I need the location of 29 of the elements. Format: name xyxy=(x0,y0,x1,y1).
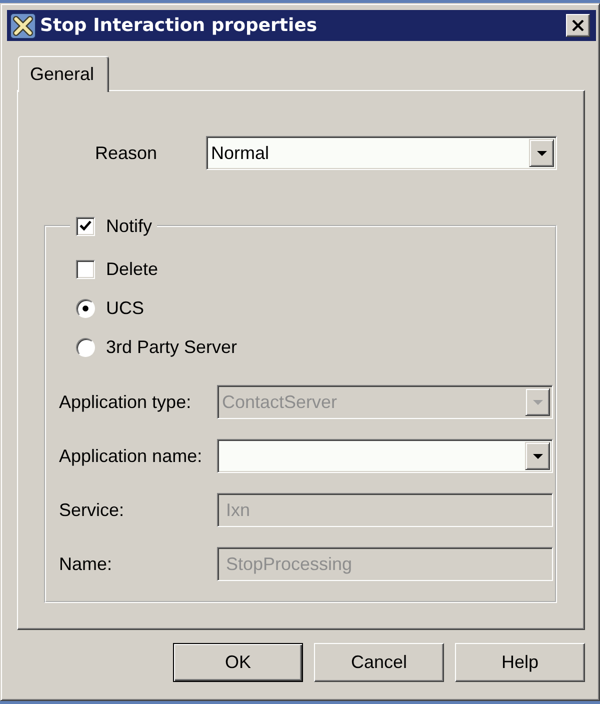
help-button[interactable]: Help xyxy=(455,643,585,682)
name-label: Name: xyxy=(59,554,112,574)
reason-dropdown[interactable]: Normal xyxy=(206,136,557,170)
application-name-dropdown[interactable] xyxy=(217,439,553,473)
application-type-label: Application type: xyxy=(59,392,192,412)
reason-label: Reason xyxy=(95,142,158,164)
caret-down-icon xyxy=(532,454,542,458)
service-label: Service: xyxy=(59,500,124,520)
radio-button[interactable] xyxy=(76,338,95,356)
cancel-button[interactable]: Cancel xyxy=(314,643,444,682)
checkbox[interactable] xyxy=(76,216,95,236)
checkbox-label: Notify xyxy=(106,216,152,236)
close-button[interactable] xyxy=(566,14,590,37)
tab[interactable]: General xyxy=(18,56,110,92)
close-icon xyxy=(572,20,584,31)
dropdown-button[interactable] xyxy=(525,442,550,470)
checkbox-label: Delete xyxy=(106,258,158,280)
app-icon xyxy=(10,12,36,38)
radio-button[interactable] xyxy=(76,298,95,318)
checkbox[interactable] xyxy=(76,260,95,278)
application-name-label: Application name: xyxy=(59,446,202,466)
dropdown-button[interactable] xyxy=(529,139,554,167)
checkmark-icon xyxy=(79,220,92,232)
radio-label: 3rd Party Server xyxy=(106,336,238,358)
caret-down-icon xyxy=(532,400,542,404)
window-title: Stop Interaction properties xyxy=(40,15,318,36)
radio-label: UCS xyxy=(106,298,144,318)
ok-button[interactable]: OK xyxy=(173,643,303,682)
caret-down-icon xyxy=(536,150,546,156)
